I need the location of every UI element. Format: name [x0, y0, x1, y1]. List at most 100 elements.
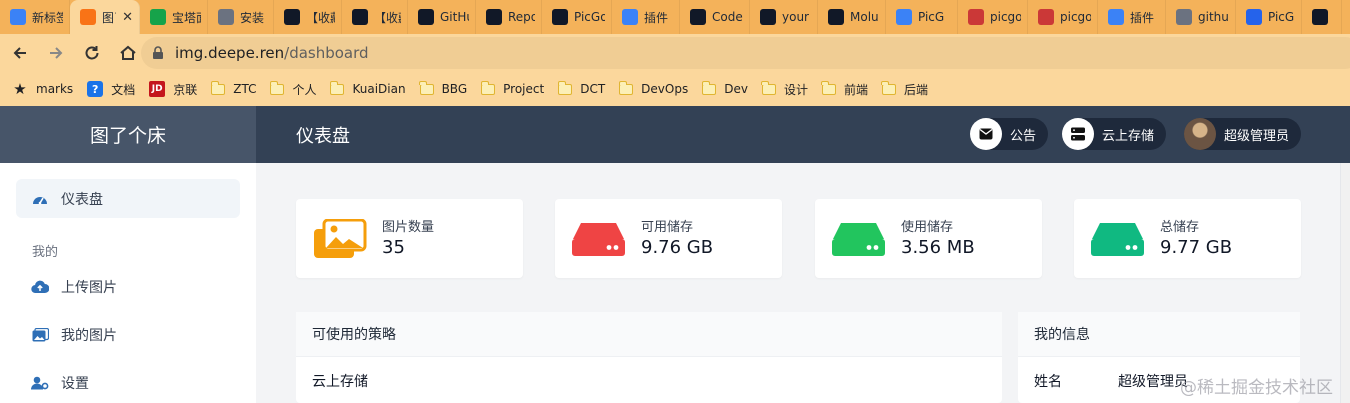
app-header: 仪表盘 公告 云上存储 超级管理员: [256, 106, 1350, 163]
storage-button[interactable]: 云上存储: [1062, 118, 1167, 150]
browser-tab-label: 安装: [240, 10, 265, 25]
bookmark-item[interactable]: ? 文档: [87, 81, 135, 98]
bookmark-label: KuaiDian: [352, 82, 406, 96]
browser-tab-label: Code: [712, 10, 743, 24]
images-icon: [31, 327, 49, 342]
bookmark-label: 后端: [903, 82, 928, 97]
home-button[interactable]: [112, 37, 144, 69]
sidebar-item-dashboard[interactable]: 仪表盘: [16, 179, 240, 218]
close-icon[interactable]: ✕: [122, 10, 133, 25]
bookmark-label: Project: [503, 82, 545, 96]
browser-tab[interactable]: Molu: [818, 0, 886, 34]
arrow-left-icon: [13, 47, 26, 59]
github-icon: [486, 9, 502, 25]
policy-item[interactable]: 云上存储: [312, 371, 986, 391]
bookmark-item[interactable]: ★ marks: [12, 80, 74, 98]
browser-tab-label: github: [1198, 10, 1229, 24]
npm-icon: [1038, 9, 1054, 25]
browser-tab[interactable]: picgo: [1028, 0, 1098, 34]
sidebar-item-settings[interactable]: 设置: [16, 363, 240, 402]
puzzle-icon: [622, 9, 638, 25]
github-icon: [284, 9, 300, 25]
browser-tab-label: 插件: [644, 10, 669, 25]
hard-drive-icon: [832, 223, 885, 256]
browser-tab[interactable]: 安装: [208, 0, 274, 34]
browser-tab-label: Molu: [850, 10, 879, 24]
sidebar-item-my-images[interactable]: 我的图片: [16, 315, 240, 354]
reload-icon: [85, 46, 99, 60]
bookmark-item[interactable]: 个人: [269, 80, 316, 98]
browser-tab[interactable]: 宝塔面板: [140, 0, 208, 34]
folder-icon: [701, 80, 717, 95]
bookmark-label: ZTC: [233, 82, 257, 96]
browser-tab[interactable]: 【收藏】: [274, 0, 342, 34]
bookmark-item[interactable]: Project: [480, 80, 545, 96]
bookmark-item[interactable]: DCT: [557, 80, 605, 96]
user-menu-button[interactable]: 超级管理员: [1184, 118, 1302, 150]
puzzle-icon: [896, 9, 912, 25]
browser-tab[interactable]: 图了个床 ✕: [70, 0, 140, 34]
browser-tab-label: 图了个床: [102, 10, 116, 25]
browser-tab[interactable]: PicGo: [542, 0, 612, 34]
gauge-icon: [31, 192, 49, 206]
back-button[interactable]: [4, 37, 36, 69]
browser-tab[interactable]: Code: [680, 0, 750, 34]
browser-tab-label: 宝塔面板: [172, 10, 201, 25]
page-title: 仪表盘: [296, 125, 350, 147]
browser-tab[interactable]: 新标签页: [0, 0, 70, 34]
bookmark-item[interactable]: 前端: [821, 80, 868, 98]
bookmark-item[interactable]: KuaiDian: [329, 80, 406, 96]
browser-tab[interactable]: 【收藏】: [342, 0, 408, 34]
browser-tab-label: 新标签页: [32, 10, 63, 25]
bookmark-item[interactable]: Dev: [701, 80, 748, 96]
bookmark-label: 前端: [843, 82, 868, 97]
browser-tab-label: Repo: [508, 10, 535, 24]
name-value: 超级管理员: [1118, 374, 1188, 390]
folder-icon: [618, 80, 634, 95]
browser-tab-label: M: [1334, 10, 1335, 24]
browser-tab[interactable]: PicG: [1236, 0, 1302, 34]
bookmark-label: marks: [36, 82, 74, 96]
sidebar-section-title: 我的: [32, 245, 59, 260]
github-icon: [690, 9, 706, 25]
stat-card-total: 总储存 9.77 GB: [1074, 199, 1301, 278]
notice-button[interactable]: 公告: [970, 118, 1049, 150]
stat-card-used: 使用储存 3.56 MB: [815, 199, 1042, 278]
app-brand[interactable]: 图了个床: [0, 106, 256, 163]
bookmark-item[interactable]: JD 京联: [149, 81, 197, 98]
bookmark-item[interactable]: DevOps: [618, 80, 688, 96]
folder-icon: [821, 80, 836, 95]
stat-card-available: 可用储存 9.76 GB: [555, 199, 782, 278]
address-bar[interactable]: img.deepe.ren/dashboard: [141, 37, 1350, 69]
stat-value: 35: [382, 237, 405, 258]
bookmark-label: Dev: [724, 82, 748, 96]
folder-icon: [480, 80, 496, 95]
browser-tab-label: 【收藏】: [374, 10, 401, 25]
browser-tab[interactable]: 插件: [1098, 0, 1166, 34]
folder-icon: [881, 80, 896, 95]
browser-tab[interactable]: picgo: [958, 0, 1028, 34]
browser-tab[interactable]: 插件: [612, 0, 680, 34]
bookmark-label: 设计: [783, 82, 808, 97]
forward-button[interactable]: [40, 37, 72, 69]
page-scrollbar[interactable]: [1340, 163, 1350, 403]
browser-tab[interactable]: your: [750, 0, 818, 34]
browser-tab[interactable]: github: [1166, 0, 1236, 34]
browser-tab[interactable]: GitHub: [408, 0, 476, 34]
bookmark-item[interactable]: 设计: [761, 80, 808, 98]
browser-tab[interactable]: M: [1302, 0, 1342, 34]
browser-tab-strip: 新标签页 图了个床 ✕ 宝塔面板 安装 【收藏】 【收藏】 GitHub Repo PicGo 插件…: [0, 0, 1350, 34]
browser-tab[interactable]: PicG: [886, 0, 958, 34]
github-icon: [828, 9, 844, 25]
sidebar-item-label: 我的图片: [61, 327, 117, 344]
bookmark-item[interactable]: BBG: [419, 80, 467, 96]
sidebar-item-upload[interactable]: 上传图片: [16, 267, 240, 306]
folder-icon: [419, 80, 434, 95]
folder-icon: [329, 80, 345, 95]
browser-tab-label: PicG: [1268, 10, 1295, 24]
reload-button[interactable]: [76, 37, 108, 69]
bookmark-item[interactable]: 后端: [881, 80, 928, 98]
browser-tab[interactable]: Repo: [476, 0, 542, 34]
stat-label: 可用储存: [641, 220, 694, 235]
bookmark-item[interactable]: ZTC: [210, 80, 257, 96]
